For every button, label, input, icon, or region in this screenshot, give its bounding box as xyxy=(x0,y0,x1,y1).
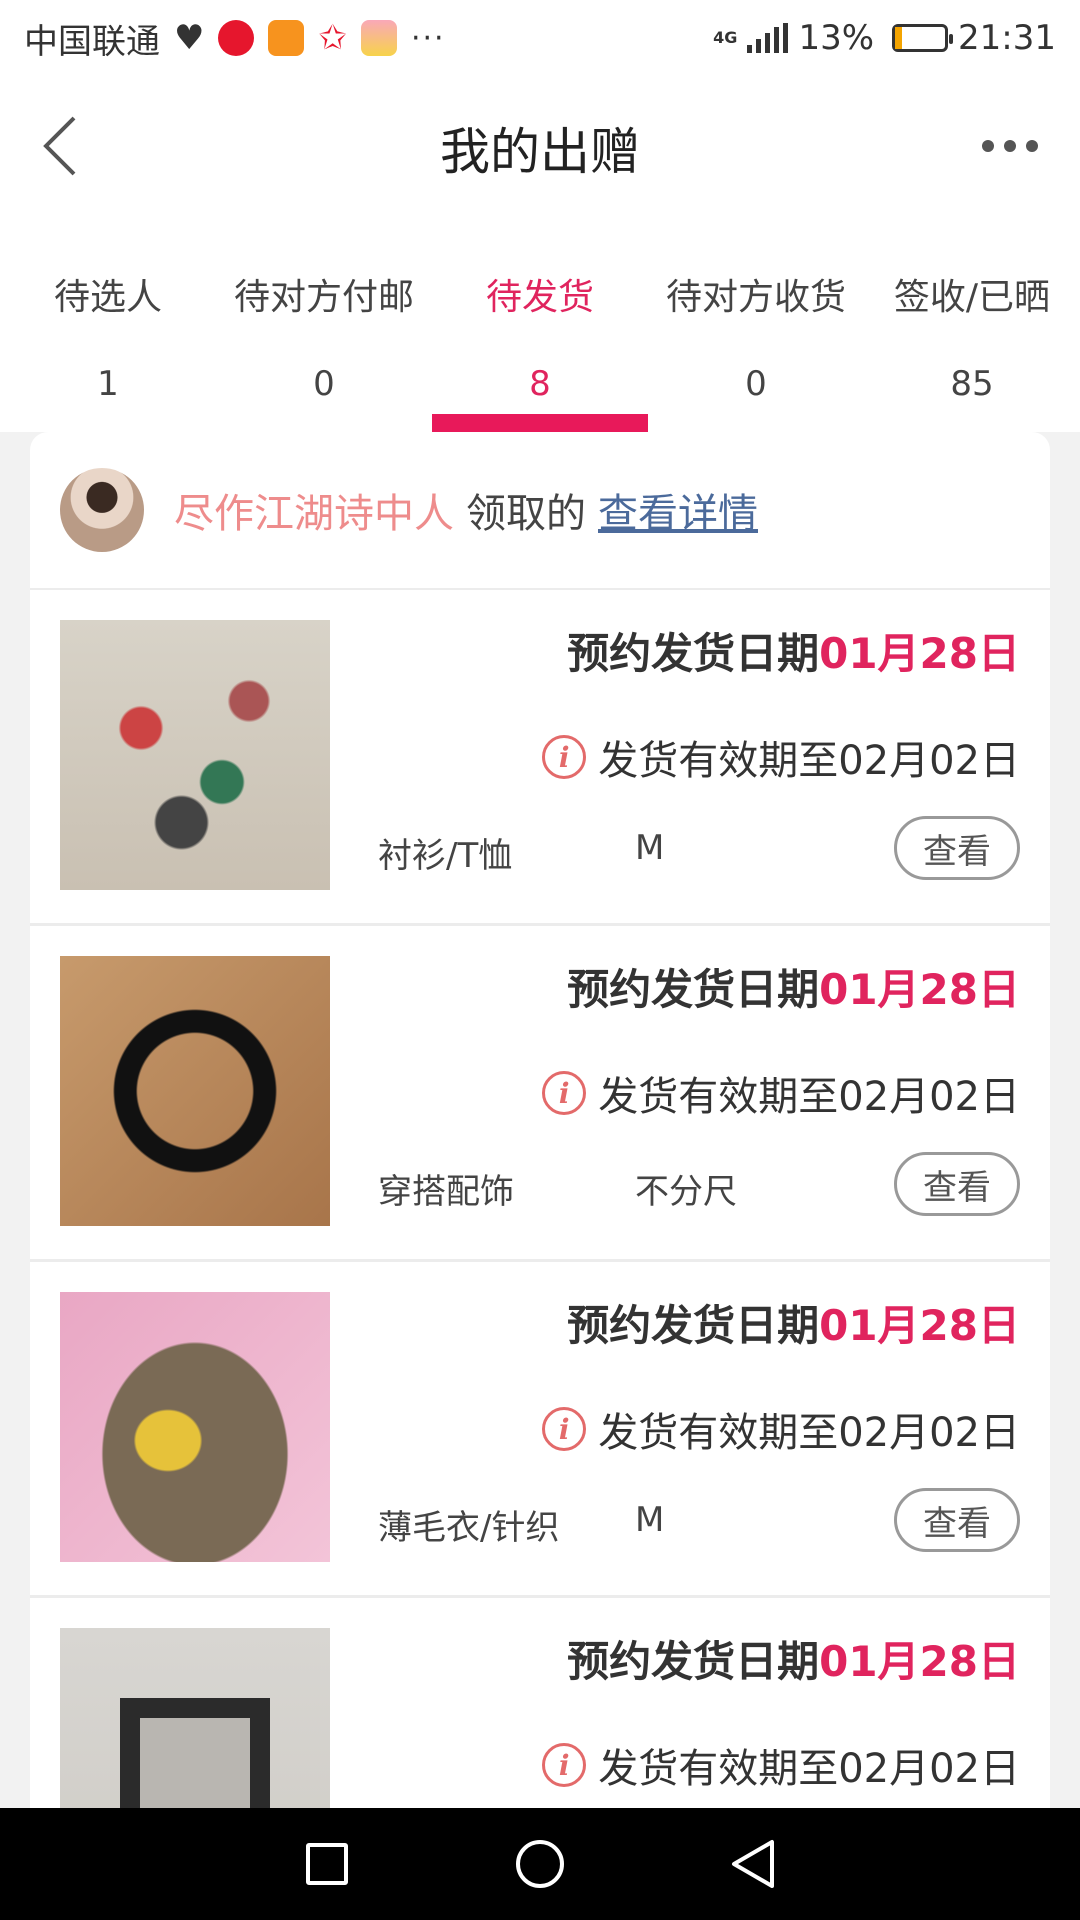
valid-until-row: i 发货有效期至02月02日 xyxy=(542,728,1020,786)
tab-count: 8 xyxy=(529,364,551,404)
ship-date-row: 预约发货日期01月28日 xyxy=(567,956,1020,1017)
ship-date-label: 预约发货日期 xyxy=(567,965,820,1014)
view-button[interactable]: 查看 xyxy=(894,1488,1020,1552)
battery-percent: 13% xyxy=(798,18,875,58)
item-category: 穿搭配饰 xyxy=(378,1172,514,1212)
tab-pending-shipment[interactable]: 待发货 8 xyxy=(432,216,648,432)
system-nav-bar xyxy=(0,1808,1080,1920)
triangle-back-icon xyxy=(732,1840,775,1888)
tab-count: 0 xyxy=(313,364,335,404)
ship-date-row: 预约发货日期01月28日 xyxy=(567,1292,1020,1353)
square-icon xyxy=(305,1843,348,1885)
network-type: 4G xyxy=(713,28,738,47)
circle-icon xyxy=(515,1840,564,1888)
tab-label: 待对方收货 xyxy=(665,277,846,318)
tab-label: 待选人 xyxy=(53,277,162,318)
more-options-button[interactable] xyxy=(960,106,1060,186)
valid-until-row: i 发货有效期至02月02日 xyxy=(542,1400,1020,1458)
ship-date-label: 预约发货日期 xyxy=(567,1637,820,1686)
active-tab-indicator xyxy=(432,414,648,432)
ship-date-value: 01月28日 xyxy=(819,965,1020,1014)
ship-date-label: 预约发货日期 xyxy=(567,629,820,678)
heart-icon: ♥ xyxy=(174,18,205,58)
tab-pending-postage[interactable]: 待对方付邮 0 xyxy=(216,216,432,432)
ship-date-value: 01月28日 xyxy=(819,629,1020,678)
ship-date-value: 01月28日 xyxy=(819,1637,1020,1686)
video-app-icon xyxy=(268,20,305,56)
info-icon: i xyxy=(542,735,587,779)
view-button[interactable]: 查看 xyxy=(894,816,1020,880)
tab-pending-receipt[interactable]: 待对方收货 0 xyxy=(648,216,864,432)
battery-icon xyxy=(892,24,954,52)
ship-date-row: 预约发货日期01月28日 xyxy=(567,620,1020,681)
item-size: M xyxy=(635,1500,665,1540)
clock: 21:31 xyxy=(958,18,1056,58)
valid-until-text: 发货有效期至02月02日 xyxy=(598,738,1020,784)
item-size: 不分尺 xyxy=(635,1172,737,1212)
item-size: M xyxy=(635,828,665,868)
tab-received[interactable]: 签收/已晒 85 xyxy=(864,216,1080,432)
ship-date-label: 预约发货日期 xyxy=(567,1301,820,1350)
list-item[interactable]: 预约发货日期01月28日 i 发货有效期至02月02日 xyxy=(30,1598,1050,1808)
item-photo[interactable] xyxy=(60,1292,330,1562)
valid-until-text: 发货有效期至02月02日 xyxy=(598,1410,1020,1456)
view-details-link[interactable]: 查看详情 xyxy=(598,481,758,539)
item-photo[interactable] xyxy=(60,956,330,1226)
star-icon: ✩ xyxy=(318,18,347,58)
more-dots-icon xyxy=(982,140,994,152)
gift-card: 尽作江湖诗中人 领取的 查看详情 预约发货日期01月28日 i 发货有效期至02… xyxy=(30,432,1050,1808)
item-photo[interactable] xyxy=(60,620,330,890)
recent-apps-button[interactable] xyxy=(297,1834,357,1894)
item-category: 薄毛衣/针织 xyxy=(378,1508,560,1548)
ship-date-row: 预约发货日期01月28日 xyxy=(567,1628,1020,1689)
receiver-name[interactable]: 尽作江湖诗中人 xyxy=(174,481,454,539)
system-back-button[interactable] xyxy=(723,1834,783,1894)
info-icon: i xyxy=(542,1743,587,1787)
view-button[interactable]: 查看 xyxy=(894,1152,1020,1216)
list-item[interactable]: 预约发货日期01月28日 i 发货有效期至02月02日 薄毛衣/针织 M 查看 xyxy=(30,1262,1050,1598)
valid-until-text: 发货有效期至02月02日 xyxy=(598,1746,1020,1792)
app-notification-icon xyxy=(360,20,397,56)
valid-until-row: i 发货有效期至02月02日 xyxy=(542,1736,1020,1794)
tab-pending-select[interactable]: 待选人 1 xyxy=(0,216,216,432)
tab-count: 85 xyxy=(950,364,994,404)
nav-bar: 我的出赠 xyxy=(0,76,1080,216)
home-button[interactable] xyxy=(510,1834,570,1894)
list-item[interactable]: 预约发货日期01月28日 i 发货有效期至02月02日 衬衫/T恤 M 查看 xyxy=(30,590,1050,926)
tab-count: 1 xyxy=(97,364,119,404)
item-category: 衬衫/T恤 xyxy=(378,836,513,876)
valid-until-row: i 发货有效期至02月02日 xyxy=(542,1064,1020,1122)
tab-label: 签收/已晒 xyxy=(893,277,1051,318)
page-title: 我的出赠 xyxy=(440,123,640,181)
signal-icon xyxy=(747,23,789,53)
info-icon: i xyxy=(542,1071,587,1115)
tab-label: 待发货 xyxy=(485,277,594,318)
tab-label: 待对方付邮 xyxy=(233,277,414,318)
avatar[interactable] xyxy=(60,468,144,552)
receiver-header: 尽作江湖诗中人 领取的 查看详情 xyxy=(30,432,1050,590)
ship-date-value: 01月28日 xyxy=(819,1301,1020,1350)
item-photo[interactable] xyxy=(60,1628,330,1808)
list-item[interactable]: 预约发货日期01月28日 i 发货有效期至02月02日 穿搭配饰 不分尺 查看 xyxy=(30,926,1050,1262)
tab-count: 0 xyxy=(745,364,767,404)
weibo-icon xyxy=(218,20,255,56)
carrier-label: 中国联通 xyxy=(24,21,160,62)
more-notifications-icon: ··· xyxy=(410,20,446,56)
valid-until-text: 发货有效期至02月02日 xyxy=(598,1074,1020,1120)
status-tabs: 待选人 1 待对方付邮 0 待发货 8 待对方收货 0 签收/已晒 85 xyxy=(0,216,1080,432)
info-icon: i xyxy=(542,1407,587,1451)
claimed-label: 领取的 xyxy=(466,491,586,537)
status-bar: 中国联通 ♥ ✩ ··· 4G 13% 21:31 xyxy=(0,0,1080,76)
